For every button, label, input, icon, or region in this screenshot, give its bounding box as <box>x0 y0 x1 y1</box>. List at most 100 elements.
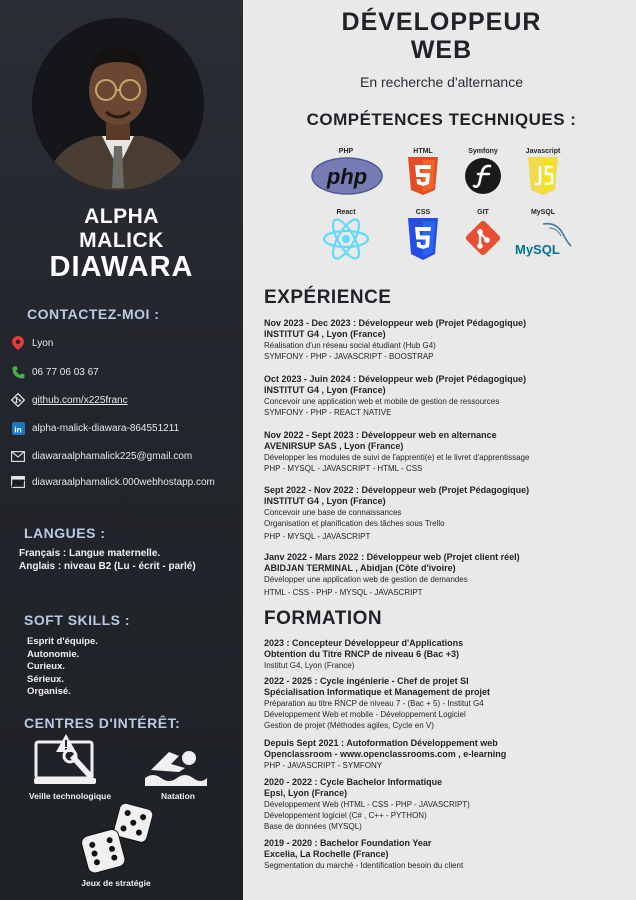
entry-org: Obtention du Titre RNCP de niveau 6 (Bac… <box>264 649 459 659</box>
skills-heading: COMPÉTENCES TECHNIQUES : <box>306 110 577 129</box>
language-french: Français : Langue maternelle. <box>19 548 161 559</box>
education-entry: 2023 : Concepteur Développeur d'Applicat… <box>264 638 624 671</box>
email-icon <box>10 448 26 464</box>
react-logo-icon <box>322 218 370 260</box>
entry-org: Spécialisation Informatique et Managemen… <box>264 687 491 697</box>
skill-mysql: MySQL MySQL <box>508 209 578 260</box>
entry-line: Base de données (MYSQL) <box>264 822 362 831</box>
contact-linkedin[interactable]: in alpha-malick-diawara-864551211 <box>10 420 179 436</box>
skill-label: PHP <box>338 148 354 155</box>
svg-text:in: in <box>14 424 22 434</box>
entry-line: HTML - CSS - PHP - MYSQL - JAVASCRIPT <box>264 588 423 597</box>
entry-line: Développer une application web de gestio… <box>264 575 468 584</box>
language-english: Anglais : niveau B2 (Lu - écrit - parlé) <box>19 561 196 572</box>
job-subtitle: En recherche d'alternance <box>360 74 523 90</box>
entry-org: AVENIRSUP SAS , Lyon (France) <box>264 441 404 451</box>
skill-php: PHP php <box>311 148 383 195</box>
entry-org: Epsi, Lyon (France) <box>264 788 348 798</box>
profile-photo-icon <box>32 18 204 190</box>
entry-line: Institut G4, Lyon (France) <box>264 661 355 670</box>
entry-title: Depuis Sept 2021 : Autoformation Dévelop… <box>264 738 498 748</box>
entry-line: SYMFONY - PHP - REACT NATIVE <box>264 408 392 417</box>
dice-icon <box>80 802 156 879</box>
entry-title: 2023 : Concepteur Développeur d'Applicat… <box>264 638 464 648</box>
entry-org: ABIDJAN TERMINAL , Abidjan (Côte d'ivoir… <box>264 563 456 573</box>
soft-skill-item: Autonomie. <box>27 649 80 660</box>
symfony-logo-icon <box>465 158 501 194</box>
contact-location-text: Lyon <box>32 337 54 349</box>
interest-tech-watch: Veille technologique <box>28 791 112 801</box>
skill-label: React <box>336 209 356 216</box>
entry-title: Oct 2023 - Juin 2024 : Développeur web (… <box>264 374 527 384</box>
git-logo-icon <box>465 220 501 256</box>
css3-logo-icon <box>408 218 438 260</box>
soft-skill-item: Esprit d'équipe. <box>27 636 98 647</box>
entry-title: Janv 2022 - Mars 2022 : Développeur web … <box>264 552 520 562</box>
website-icon <box>10 474 26 490</box>
soft-skill-item: Organisé. <box>27 686 71 697</box>
mysql-logo-icon: MySQL <box>515 222 572 257</box>
interest-swimming: Natation <box>161 791 195 801</box>
entry-org: Openclassroom - www.openclassrooms.com ,… <box>264 749 507 759</box>
linkedin-text[interactable]: alpha-malick-diawara-864551211 <box>32 423 179 434</box>
entry-line: Réalisation d'un réseau social étudiant … <box>264 341 436 350</box>
soft-skills-heading: SOFT SKILLS : <box>24 612 131 628</box>
main-content: DÉVELOPPEUR WEB En recherche d'alternanc… <box>243 0 636 900</box>
experience-entry: Sept 2022 - Nov 2022 : Développeur web (… <box>264 485 624 542</box>
interest-strategy-games: Jeux de stratégie <box>81 878 151 888</box>
entry-title: Nov 2022 - Sept 2023 : Développeur web e… <box>264 430 497 440</box>
skill-label: Javascript <box>525 148 561 155</box>
contact-heading: CONTACTEZ-MOI : <box>27 306 160 322</box>
entry-org: Excelia, La Rochelle (France) <box>264 849 389 859</box>
experience-entry: Nov 2022 - Sept 2023 : Développeur web e… <box>264 430 624 474</box>
interests-heading: CENTRES D'INTÉRÊT: <box>24 715 181 731</box>
last-name: DIAWARA <box>49 251 194 283</box>
entry-line: Développer les modules de suivi de l'app… <box>264 453 530 462</box>
entry-org: INSTITUT G4 , Lyon (France) <box>264 329 386 339</box>
entry-line: PHP - MYSQL - JAVASCRIPT <box>264 532 371 541</box>
entry-line: PHP - MYSQL - JAVASCRIPT - HTML - CSS <box>264 464 423 473</box>
experience-entry: Nov 2023 - Dec 2023 : Développeur web (P… <box>264 318 624 362</box>
experience-heading: EXPÉRIENCE <box>264 287 392 308</box>
email-text[interactable]: diawaraalphamalick225@gmail.com <box>32 451 192 462</box>
job-title-line1: DÉVELOPPEUR <box>341 8 542 36</box>
education-heading: FORMATION <box>264 608 383 629</box>
education-entry: 2022 - 2025 : Cycle ingénierie - Chef de… <box>264 676 624 731</box>
tech-watch-icon <box>34 734 102 795</box>
website-text[interactable]: diawaraalphamalick.000webhostapp.com <box>32 477 215 488</box>
job-title-line2: WEB <box>410 36 473 64</box>
linkedin-icon: in <box>10 420 26 436</box>
entry-title: Nov 2023 - Dec 2023 : Développeur web (P… <box>264 318 527 328</box>
contact-website[interactable]: diawaraalphamalick.000webhostapp.com <box>10 474 215 490</box>
svg-text:php: php <box>326 164 367 189</box>
entry-line: Concevoir une application web et mobile … <box>264 397 500 406</box>
entry-line: Concevoir une base de connaissances <box>264 508 402 517</box>
education-entry: 2019 - 2020 : Bachelor Foundation Year E… <box>264 838 624 871</box>
sidebar: ALPHA MALICK DIAWARA CONTACTEZ-MOI : Lyo… <box>0 0 243 900</box>
entry-title: 2022 - 2025 : Cycle ingénierie - Chef de… <box>264 676 469 686</box>
entry-title: 2019 - 2020 : Bachelor Foundation Year <box>264 838 432 848</box>
javascript-logo-icon <box>528 157 558 195</box>
entry-line: Organisation et planification des tâches… <box>264 519 445 528</box>
entry-org: INSTITUT G4 , Lyon (France) <box>264 496 386 506</box>
skill-javascript: Javascript <box>508 148 578 195</box>
avatar <box>32 18 204 190</box>
phone-icon <box>10 364 26 380</box>
first-name: ALPHA <box>84 205 159 228</box>
experience-entry: Janv 2022 - Mars 2022 : Développeur web … <box>264 552 624 598</box>
middle-name: MALICK <box>79 229 164 252</box>
contact-email[interactable]: diawaraalphamalick225@gmail.com <box>10 448 192 464</box>
location-pin-icon <box>10 335 26 351</box>
php-logo-icon: php <box>311 157 383 195</box>
github-link[interactable]: github.com/x225franc <box>32 395 128 406</box>
contact-phone[interactable]: 06 77 06 03 67 <box>10 364 99 380</box>
soft-skill-item: Curieux. <box>27 661 66 672</box>
entry-org: INSTITUT G4 , Lyon (France) <box>264 385 386 395</box>
contact-github[interactable]: github.com/x225franc <box>10 392 128 408</box>
skill-label: MySQL <box>530 209 556 216</box>
entry-title: Sept 2022 - Nov 2022 : Développeur web (… <box>264 485 530 495</box>
git-icon <box>10 392 26 408</box>
languages-heading: LANGUES : <box>24 525 106 541</box>
education-entry: Depuis Sept 2021 : Autoformation Dévelop… <box>264 738 624 771</box>
entry-line: Segmentation du marché - Identification … <box>264 861 464 870</box>
